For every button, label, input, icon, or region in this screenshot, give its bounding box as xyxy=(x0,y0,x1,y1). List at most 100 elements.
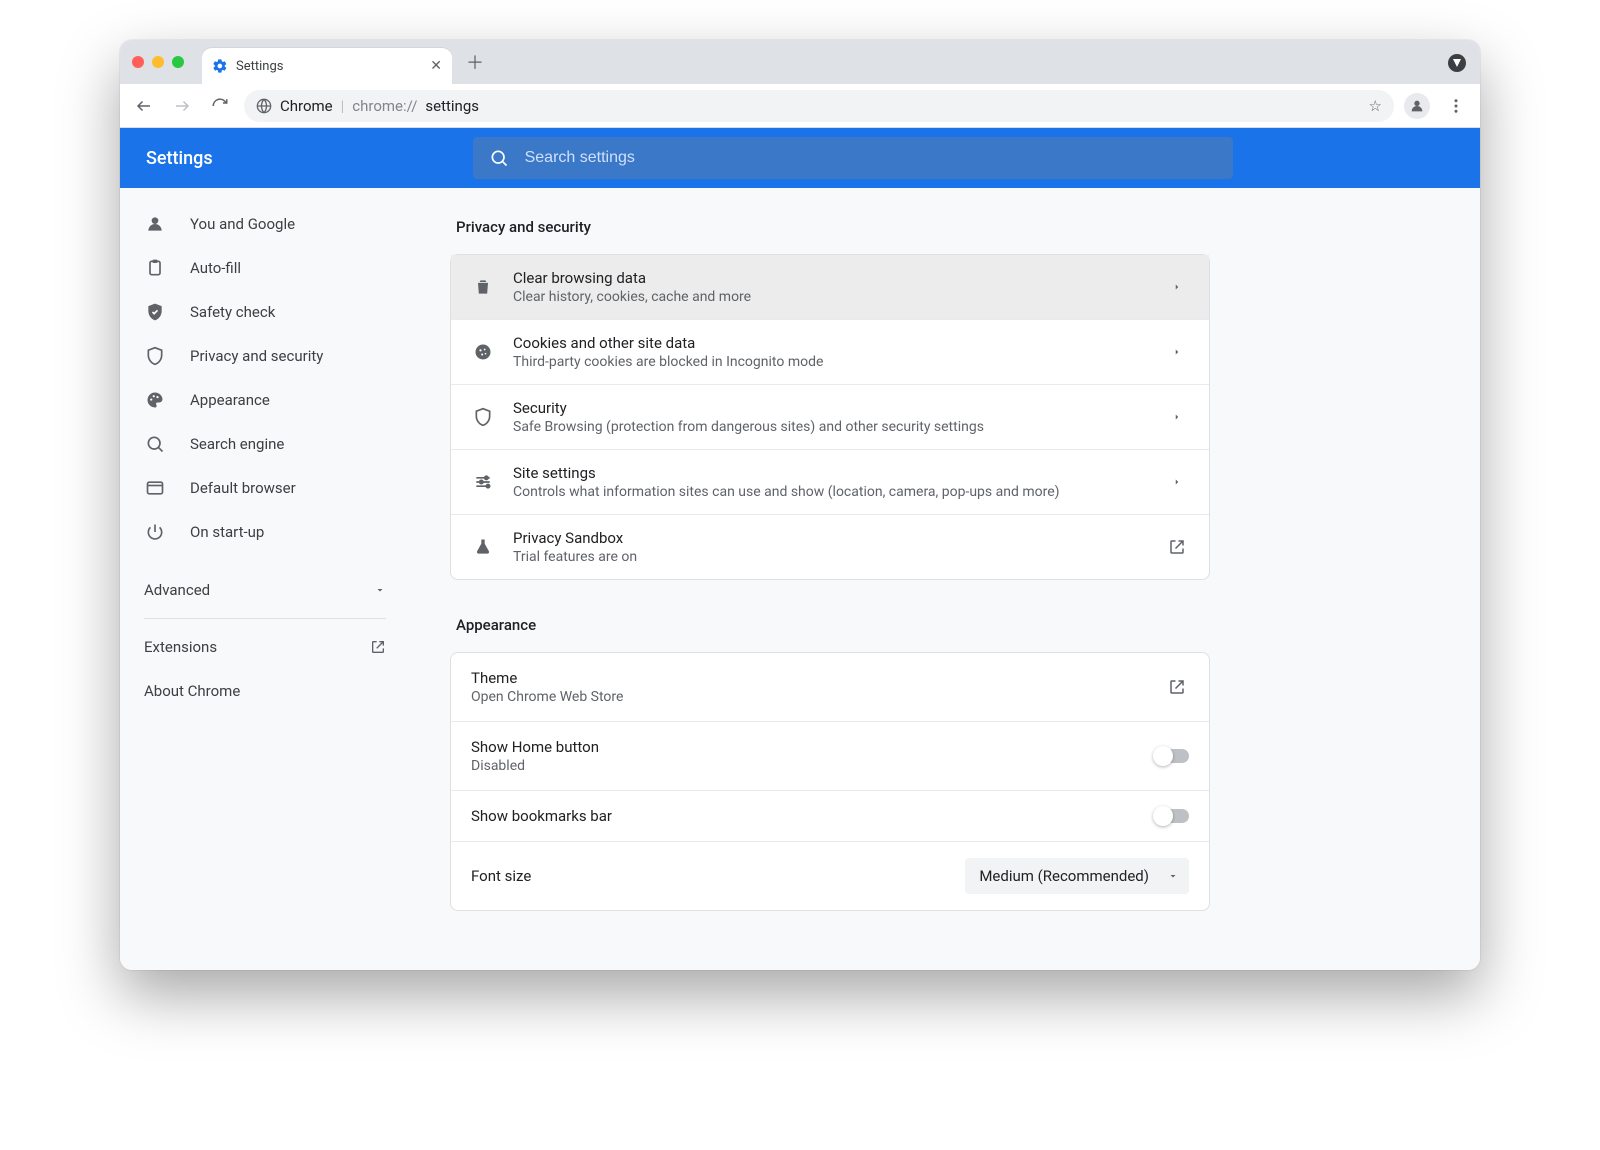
sidebar-item-label: Auto-fill xyxy=(190,259,241,277)
sidebar-item-default-browser[interactable]: Default browser xyxy=(120,466,410,510)
row-subtitle: Controls what information sites can use … xyxy=(513,484,1147,500)
sidebar-item-appearance[interactable]: Appearance xyxy=(120,378,410,422)
omnibox-divider: | xyxy=(341,97,345,115)
tune-icon xyxy=(471,470,495,494)
kebab-menu-button[interactable] xyxy=(1442,92,1470,120)
bookmark-star-icon[interactable]: ☆ xyxy=(1369,97,1382,115)
omnibox-scheme: chrome:// xyxy=(352,97,417,115)
open-external-icon xyxy=(1165,538,1189,556)
shield-icon xyxy=(471,405,495,429)
sidebar-item-safety-check[interactable]: Safety check xyxy=(120,290,410,334)
row-title: Show bookmarks bar xyxy=(471,807,1137,825)
row-theme[interactable]: Theme Open Chrome Web Store xyxy=(451,653,1209,721)
profile-badge-icon[interactable] xyxy=(1448,54,1466,72)
gear-icon xyxy=(212,58,228,74)
browser-toolbar: Chrome | chrome:// settings ☆ xyxy=(120,84,1480,128)
sidebar-extensions-label: Extensions xyxy=(144,638,217,656)
window-icon xyxy=(144,477,166,499)
sidebar-item-autofill[interactable]: Auto-fill xyxy=(120,246,410,290)
sidebar-item-label: Search engine xyxy=(190,435,284,453)
site-info-icon xyxy=(256,98,272,114)
row-privacy-sandbox[interactable]: Privacy Sandbox Trial features are on xyxy=(451,514,1209,579)
dropdown-value: Medium (Recommended) xyxy=(979,867,1149,885)
clipboard-icon xyxy=(144,257,166,279)
tab-close-icon[interactable]: ✕ xyxy=(430,59,442,73)
search-icon xyxy=(489,148,509,168)
window-controls xyxy=(132,56,184,68)
row-cookies[interactable]: Cookies and other site data Third-party … xyxy=(451,319,1209,384)
page-title: Settings xyxy=(146,148,213,169)
sidebar-advanced-label: Advanced xyxy=(144,581,210,599)
open-external-icon xyxy=(1165,678,1189,696)
window-zoom-dot[interactable] xyxy=(172,56,184,68)
chevron-down-icon xyxy=(1167,870,1179,882)
window-minimize-dot[interactable] xyxy=(152,56,164,68)
row-title: Site settings xyxy=(513,464,1147,482)
trash-icon xyxy=(471,275,495,299)
sidebar-item-label: Safety check xyxy=(190,303,275,321)
forward-button[interactable] xyxy=(168,92,196,120)
row-title: Security xyxy=(513,399,1147,417)
sidebar-extensions[interactable]: Extensions xyxy=(120,625,410,669)
row-security[interactable]: Security Safe Browsing (protection from … xyxy=(451,384,1209,449)
sidebar-about[interactable]: About Chrome xyxy=(120,669,410,713)
sidebar-item-search-engine[interactable]: Search engine xyxy=(120,422,410,466)
row-subtitle: Open Chrome Web Store xyxy=(471,689,1147,705)
sidebar: You and Google Auto-fill Safety check Pr… xyxy=(120,188,410,970)
row-title: Theme xyxy=(471,669,1147,687)
settings-content: Privacy and security Clear browsing data… xyxy=(410,188,1480,970)
reload-button[interactable] xyxy=(206,92,234,120)
chevron-right-icon xyxy=(1165,347,1189,357)
address-bar[interactable]: Chrome | chrome:// settings ☆ xyxy=(244,90,1394,122)
row-bookmarks-bar: Show bookmarks bar xyxy=(451,790,1209,841)
toggle-home-button[interactable] xyxy=(1155,749,1189,763)
row-title: Show Home button xyxy=(471,738,1137,756)
sidebar-item-label: Appearance xyxy=(190,391,270,409)
search-settings[interactable] xyxy=(473,137,1233,179)
row-subtitle: Safe Browsing (protection from dangerous… xyxy=(513,419,1147,435)
avatar-button[interactable] xyxy=(1404,93,1430,119)
section-title-appearance: Appearance xyxy=(456,616,1440,634)
sidebar-divider xyxy=(144,618,386,619)
tab-active[interactable]: Settings ✕ xyxy=(202,48,452,84)
shield-icon xyxy=(144,345,166,367)
row-home-button: Show Home button Disabled xyxy=(451,721,1209,790)
chevron-right-icon xyxy=(1165,412,1189,422)
sidebar-advanced-toggle[interactable]: Advanced xyxy=(120,568,410,612)
sidebar-item-label: Default browser xyxy=(190,479,296,497)
privacy-card: Clear browsing data Clear history, cooki… xyxy=(450,254,1210,580)
row-clear-browsing-data[interactable]: Clear browsing data Clear history, cooki… xyxy=(451,255,1209,319)
row-site-settings[interactable]: Site settings Controls what information … xyxy=(451,449,1209,514)
tab-strip: Settings ✕ ＋ xyxy=(120,40,1480,84)
sidebar-item-privacy[interactable]: Privacy and security xyxy=(120,334,410,378)
window-close-dot[interactable] xyxy=(132,56,144,68)
row-subtitle: Third-party cookies are blocked in Incog… xyxy=(513,354,1147,370)
chevron-down-icon xyxy=(374,584,386,596)
sidebar-item-you-and-google[interactable]: You and Google xyxy=(120,202,410,246)
font-size-dropdown[interactable]: Medium (Recommended) xyxy=(965,858,1189,894)
row-title: Font size xyxy=(471,867,947,885)
row-title: Clear browsing data xyxy=(513,269,1147,287)
sidebar-item-startup[interactable]: On start-up xyxy=(120,510,410,554)
new-tab-button[interactable]: ＋ xyxy=(460,47,490,77)
cookie-icon xyxy=(471,340,495,364)
row-subtitle: Trial features are on xyxy=(513,549,1147,565)
sidebar-about-label: About Chrome xyxy=(144,682,240,700)
sidebar-item-label: You and Google xyxy=(190,215,295,233)
palette-icon xyxy=(144,389,166,411)
chevron-right-icon xyxy=(1165,477,1189,487)
shield-check-icon xyxy=(144,301,166,323)
omnibox-brand: Chrome xyxy=(280,97,333,115)
toggle-bookmarks-bar[interactable] xyxy=(1155,809,1189,823)
search-settings-input[interactable] xyxy=(523,148,1217,168)
row-subtitle: Clear history, cookies, cache and more xyxy=(513,289,1147,305)
back-button[interactable] xyxy=(130,92,158,120)
sidebar-item-label: On start-up xyxy=(190,523,264,541)
person-icon xyxy=(144,213,166,235)
chevron-right-icon xyxy=(1165,282,1189,292)
open-external-icon xyxy=(370,639,386,655)
search-icon xyxy=(144,433,166,455)
row-subtitle: Disabled xyxy=(471,758,1137,774)
sidebar-item-label: Privacy and security xyxy=(190,347,323,365)
omnibox-path: settings xyxy=(425,97,479,115)
